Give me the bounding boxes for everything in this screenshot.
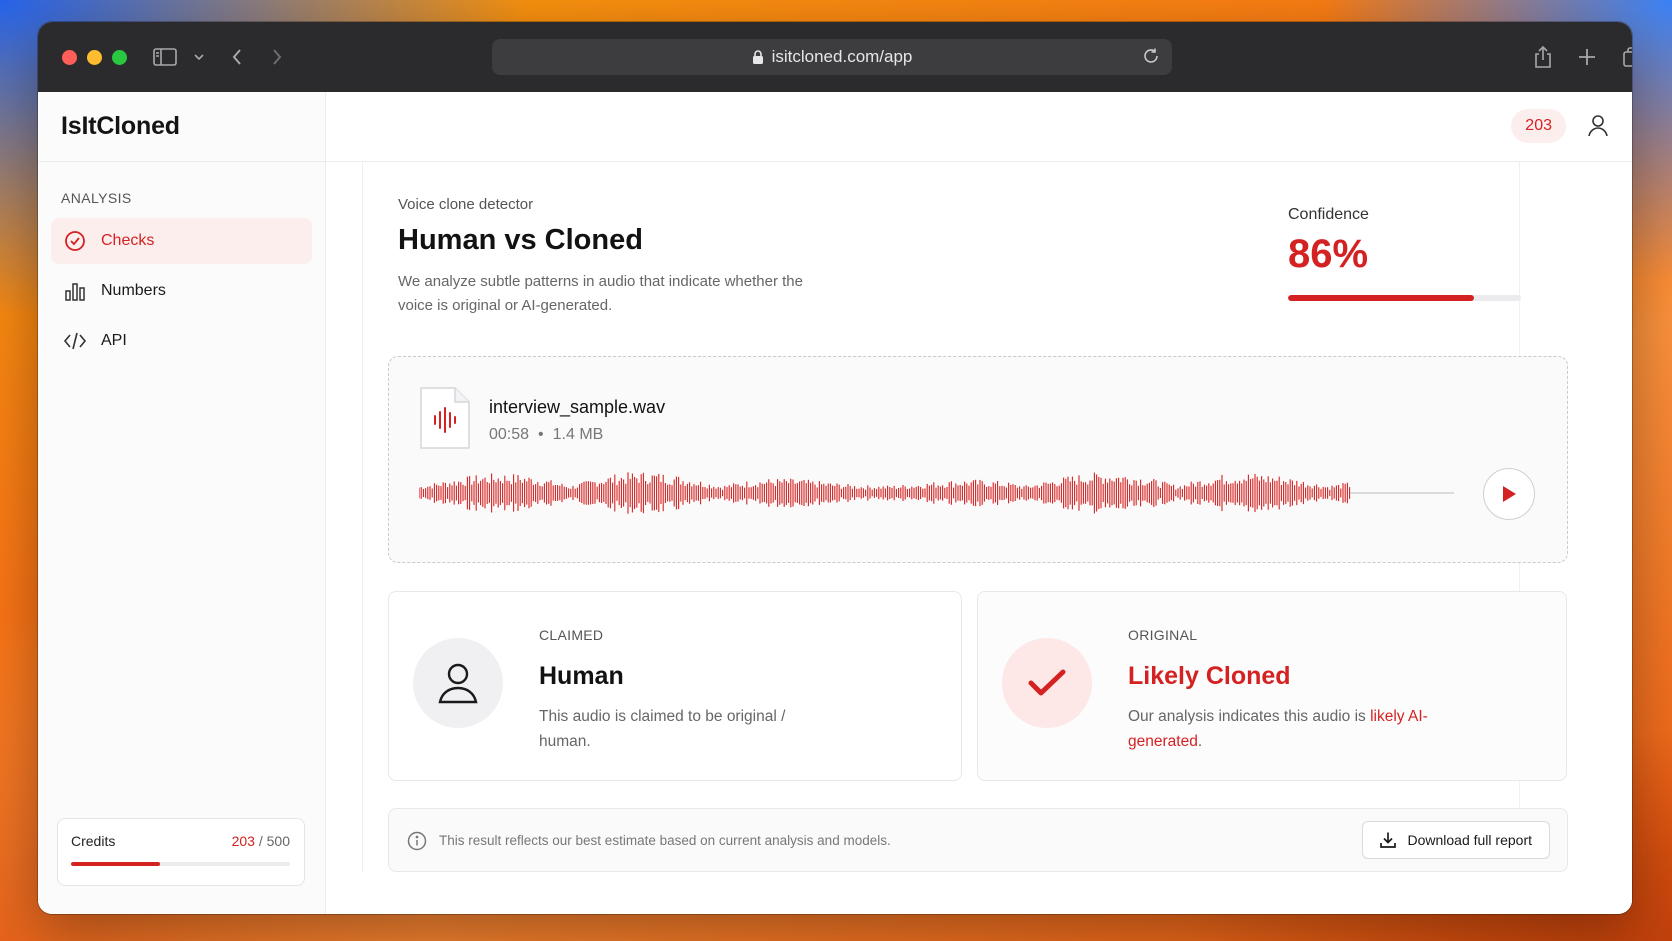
sidebar-item-api[interactable]: API	[51, 318, 312, 364]
sidebar-item-label: Numbers	[101, 282, 166, 299]
bar-chart-icon	[63, 279, 87, 303]
back-arrow-icon[interactable]	[224, 44, 250, 70]
original-description-text: Our analysis indicates this audio is	[1128, 708, 1366, 725]
disclaimer-note: This result reflects our best estimate b…	[439, 833, 891, 848]
confidence-bar	[1288, 295, 1521, 301]
person-icon	[437, 661, 479, 705]
download-report-label: Download full report	[1407, 832, 1532, 848]
audio-file-name: interview_sample.wav	[489, 397, 666, 417]
tab-overview-icon[interactable]	[1620, 44, 1632, 70]
audio-file-icon	[420, 387, 470, 449]
credits-separator: /	[258, 833, 263, 849]
credits-total: 500	[266, 833, 290, 849]
user-icon[interactable]	[1584, 112, 1612, 140]
detector-description: We analyze subtle patterns in audio that…	[398, 273, 803, 314]
main-content: 203 Voice clone detector Human vs Cloned…	[326, 92, 1632, 914]
forward-arrow-icon[interactable]	[264, 44, 290, 70]
audio-dropzone[interactable]: interview_sample.wav 00:58 • 1.4 MB	[388, 356, 1568, 563]
claimed-title: Human	[539, 662, 624, 690]
download-icon	[1379, 831, 1397, 849]
original-title: Likely Cloned	[1128, 662, 1291, 690]
new-tab-icon[interactable]	[1574, 44, 1600, 70]
app-root: IsItCloned ANALYSIS Checks Numbers API C…	[38, 92, 1632, 914]
audio-waveform[interactable]	[419, 469, 1454, 517]
chevron-down-icon[interactable]	[186, 44, 212, 70]
close-window-button[interactable]	[62, 50, 77, 65]
claimed-avatar	[413, 638, 503, 728]
original-eyebrow: ORIGINAL	[1128, 627, 1198, 643]
original-description-suffix: .	[1197, 733, 1203, 750]
claimed-result-card: CLAIMED Human This audio is claimed to b…	[388, 591, 962, 781]
top-bar: 203	[326, 92, 1632, 162]
detector-card: Voice clone detector Human vs Cloned We …	[362, 162, 1568, 872]
audio-file-size: 1.4 MB	[552, 426, 604, 443]
lock-icon	[752, 49, 764, 65]
sidebar-item-checks[interactable]: Checks	[51, 218, 312, 264]
original-result-card: ORIGINAL Likely Cloned Our analysis indi…	[977, 591, 1567, 781]
original-description: Our analysis indicates this audio is lik…	[1128, 704, 1428, 754]
checkmark-icon	[1027, 668, 1067, 698]
credits-used: 203	[231, 833, 255, 849]
code-icon	[63, 329, 87, 353]
browser-window: isitcloned.com/app IsItCloned ANALYSIS C…	[38, 22, 1632, 914]
audio-file-meta: 00:58 • 1.4 MB	[489, 426, 603, 444]
confidence-label: Confidence	[1288, 206, 1369, 223]
sidebar-section-label: ANALYSIS	[61, 190, 132, 206]
download-report-button[interactable]: Download full report	[1362, 821, 1550, 859]
window-controls	[62, 50, 127, 65]
claimed-eyebrow: CLAIMED	[539, 627, 604, 643]
sidebar-toggle-icon[interactable]	[152, 44, 178, 70]
minimize-window-button[interactable]	[87, 50, 102, 65]
sidebar-nav: Checks Numbers API	[38, 218, 325, 364]
meta-separator: •	[538, 426, 544, 443]
credits-panel: Credits 203 / 500	[57, 818, 305, 886]
info-icon	[407, 831, 427, 851]
brand-logo[interactable]: IsItCloned	[38, 92, 325, 162]
sidebar-item-label: Checks	[101, 232, 155, 249]
sidebar: IsItCloned ANALYSIS Checks Numbers API C…	[38, 92, 326, 914]
zoom-window-button[interactable]	[112, 50, 127, 65]
verdict-badge	[1002, 638, 1092, 728]
play-button[interactable]	[1483, 468, 1535, 520]
browser-titlebar: isitcloned.com/app	[38, 22, 1632, 92]
url-text: isitcloned.com/app	[771, 47, 913, 66]
credits-label: Credits	[71, 833, 116, 849]
confidence-bar-fill	[1288, 295, 1475, 301]
claimed-description: This audio is claimed to be original / h…	[539, 708, 786, 750]
reload-icon[interactable]	[1142, 47, 1160, 70]
address-bar[interactable]: isitcloned.com/app	[492, 39, 1172, 75]
audio-duration: 00:58	[489, 426, 530, 443]
sidebar-item-numbers[interactable]: Numbers	[51, 268, 312, 314]
credits-progress-fill	[71, 862, 160, 866]
result-footer: This result reflects our best estimate b…	[388, 808, 1568, 872]
play-icon	[1501, 485, 1517, 503]
credits-progress-bar	[71, 862, 290, 866]
page-title: Human vs Cloned	[398, 224, 643, 256]
detector-eyebrow: Voice clone detector	[398, 196, 534, 213]
credits-badge[interactable]: 203	[1511, 109, 1566, 143]
check-circle-icon	[63, 229, 87, 253]
sidebar-item-label: API	[101, 332, 127, 349]
share-icon[interactable]	[1530, 44, 1556, 70]
confidence-value: 86%	[1288, 232, 1369, 276]
